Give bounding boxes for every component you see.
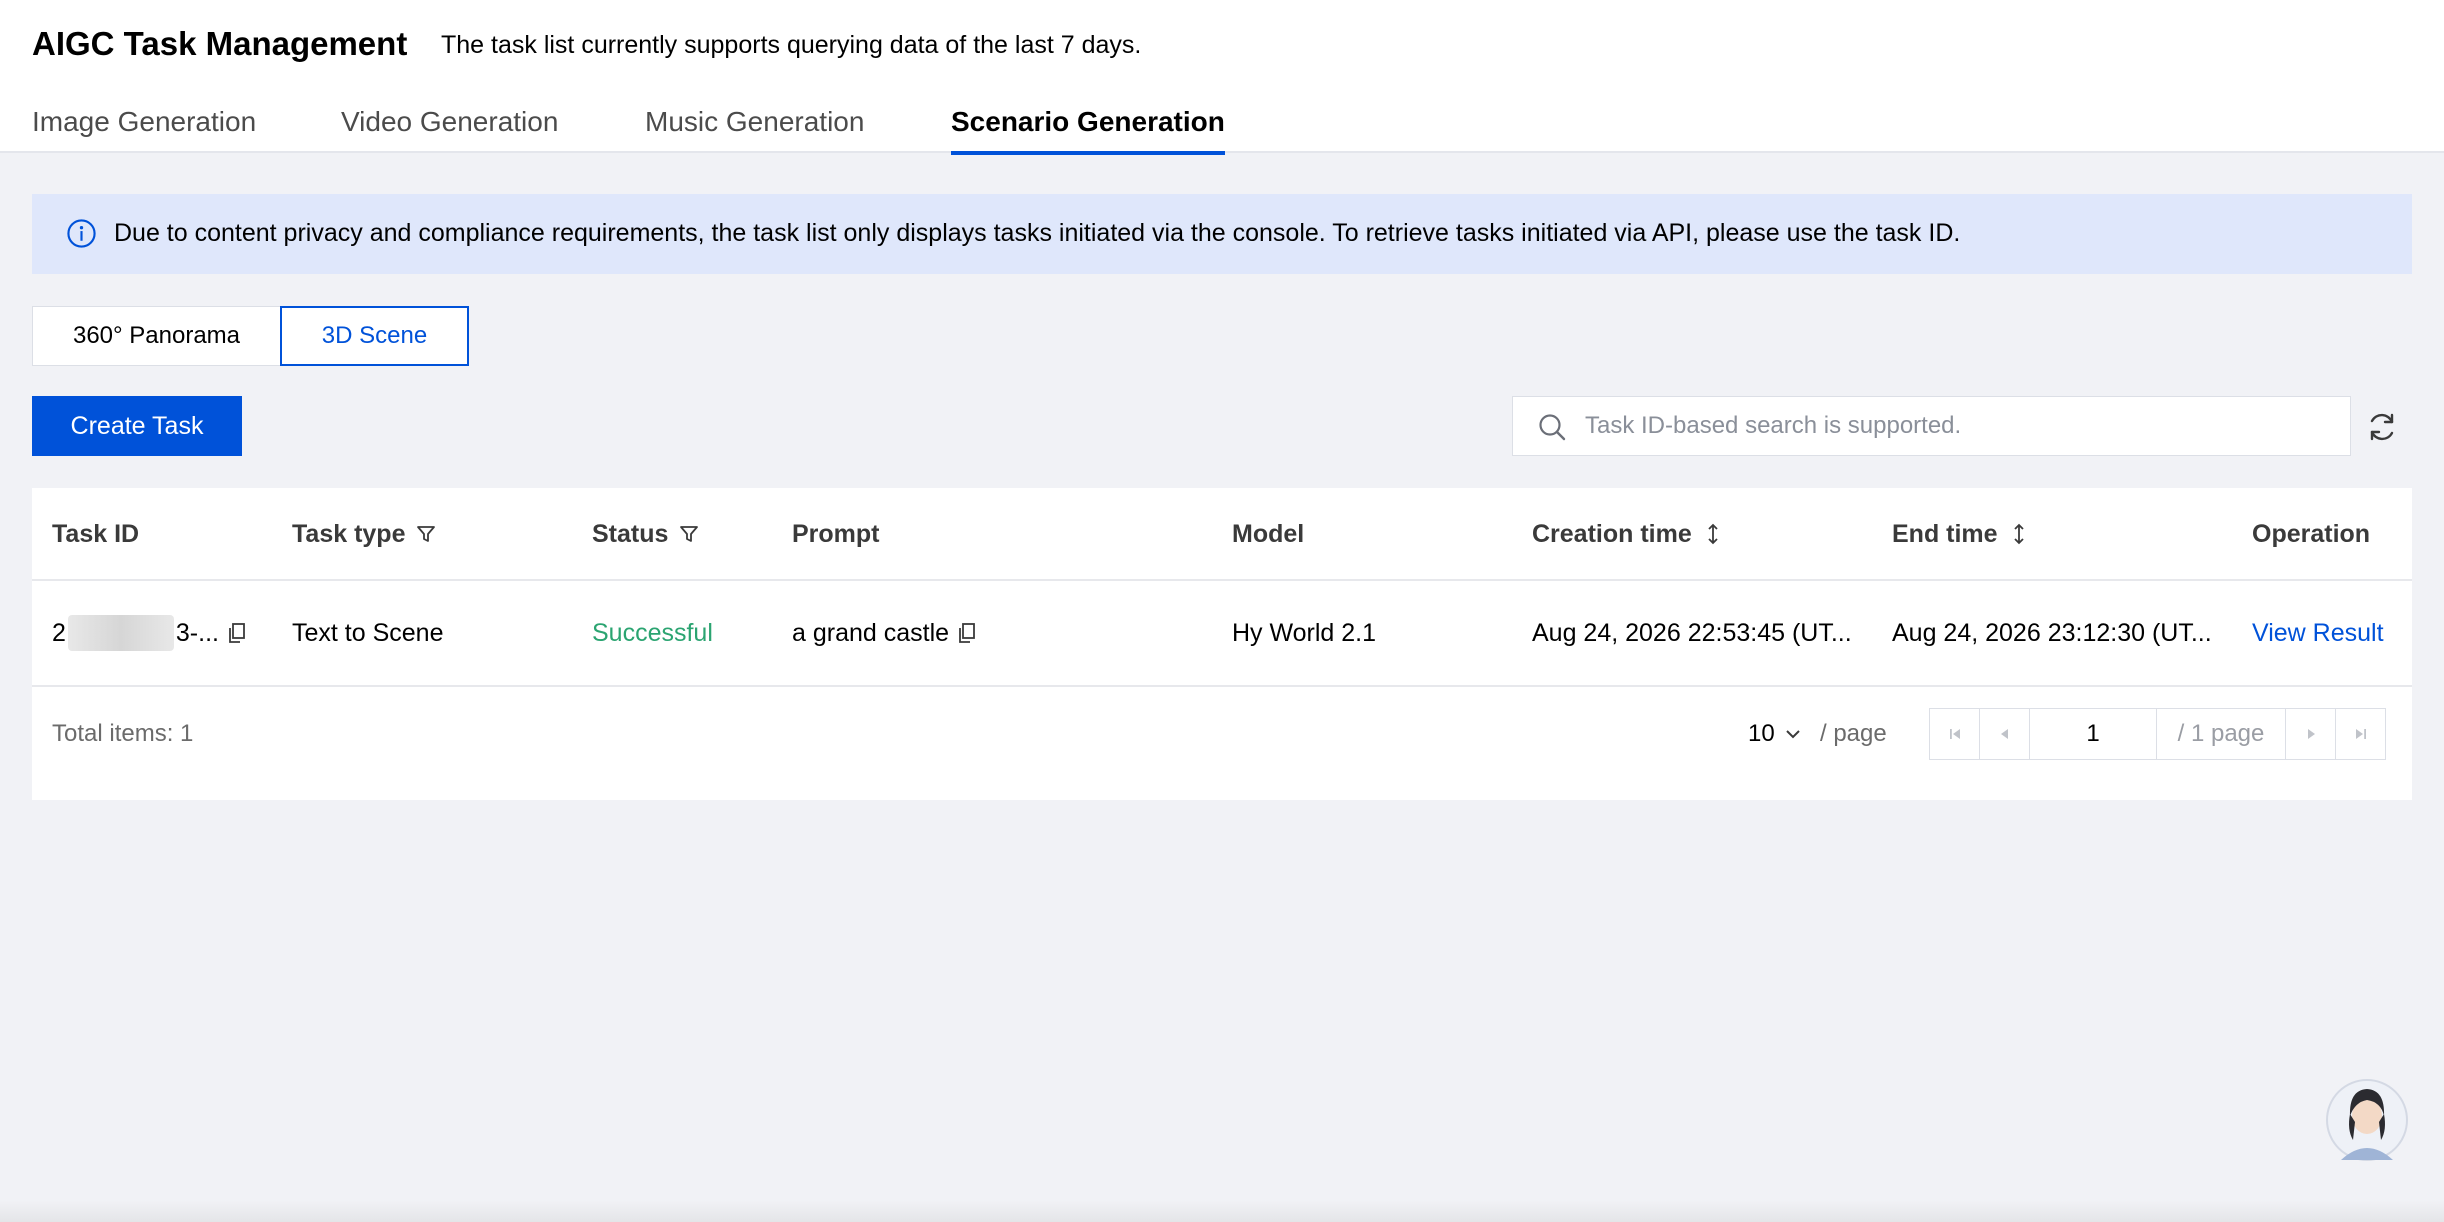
column-header-prompt: Prompt	[792, 488, 880, 580]
last-page-button[interactable]	[2335, 708, 2386, 760]
column-header-status: Status	[592, 488, 700, 580]
total-items: Total items: 1	[52, 720, 194, 747]
column-label: End time	[1892, 519, 1998, 548]
column-label: Task type	[292, 519, 406, 548]
copy-icon[interactable]	[957, 622, 977, 644]
status-badge: Successful	[592, 618, 713, 647]
notice-text: Due to content privacy and compliance re…	[114, 219, 1961, 247]
refresh-icon[interactable]	[2365, 410, 2399, 444]
page-title: AIGC Task Management	[32, 25, 408, 62]
page-header: AIGC Task Management The task list curre…	[0, 0, 2444, 155]
first-page-button[interactable]	[1929, 708, 1980, 760]
cell-end-time: Aug 24, 2026 23:12:30 (UT...	[1892, 618, 2212, 647]
page-size-unit: / page	[1820, 720, 1887, 747]
privacy-notice: Due to content privacy and compliance re…	[32, 194, 2412, 274]
total-pages: / 1 page	[2156, 708, 2286, 760]
column-header-task-type: Task type	[292, 488, 437, 580]
next-page-icon	[2307, 729, 2315, 739]
column-label: Operation	[2252, 519, 2371, 548]
assistant-avatar[interactable]	[2325, 1070, 2409, 1166]
last-page-icon	[2355, 729, 2366, 739]
info-icon	[67, 219, 96, 248]
cell-task-id: 2 3-...	[52, 581, 247, 685]
prev-page-button[interactable]	[1979, 708, 2030, 760]
sort-icon[interactable]	[2008, 523, 2030, 545]
search-icon	[1539, 414, 1566, 441]
redacted-mask	[67, 615, 174, 651]
search-input[interactable]	[1585, 397, 2325, 455]
tab-scenario-generation[interactable]: Scenario Generation	[951, 106, 1225, 155]
segment-3d-scene[interactable]: 3D Scene	[280, 306, 469, 366]
prompt-text: a grand castle	[792, 618, 950, 647]
prev-page-icon	[2000, 729, 2008, 739]
column-label: Model	[1232, 519, 1305, 548]
filter-icon[interactable]	[415, 523, 437, 545]
task-search-box	[1512, 396, 2351, 456]
sort-icon[interactable]	[1702, 523, 1724, 545]
cell-creation-time: Aug 24, 2026 22:53:45 (UT...	[1532, 618, 1852, 647]
pagination-controls: / 1 page	[1929, 708, 2386, 760]
page-size-value: 10	[1748, 720, 1775, 747]
segment-360-panorama[interactable]: 360° Panorama	[32, 306, 281, 366]
current-page-input[interactable]	[2029, 708, 2157, 760]
copy-icon[interactable]	[227, 622, 247, 644]
page-subtitle: The task list currently supports queryin…	[441, 31, 1142, 59]
column-header-task-id: Task ID	[52, 488, 139, 580]
task-id-prefix: 2	[52, 618, 66, 647]
column-label: Creation time	[1532, 519, 1692, 548]
column-label: Task ID	[52, 519, 140, 548]
column-header-model: Model	[1232, 488, 1304, 580]
tab-music-generation[interactable]: Music Generation	[645, 106, 864, 153]
task-id-suffix: 3-...	[175, 618, 219, 647]
row-divider	[32, 685, 2412, 687]
column-label: Status	[592, 519, 669, 548]
column-header-creation-time: Creation time	[1532, 488, 1724, 580]
filter-icon[interactable]	[678, 523, 700, 545]
chevron-down-icon	[1785, 730, 1800, 739]
column-header-end-time: End time	[1892, 488, 2030, 580]
cell-task-type: Text to Scene	[292, 618, 444, 647]
page-size-select[interactable]: 10	[1748, 720, 1803, 748]
column-label: Prompt	[792, 519, 880, 548]
create-task-button[interactable]: Create Task	[32, 396, 242, 456]
cell-model: Hy World 2.1	[1232, 618, 1377, 647]
task-table: Task ID Task type Status Prompt Model Cr…	[32, 488, 2412, 800]
cell-prompt: a grand castle	[792, 581, 977, 685]
next-page-button[interactable]	[2285, 708, 2336, 760]
tab-video-generation[interactable]: Video Generation	[341, 106, 558, 153]
first-page-icon	[1949, 729, 1960, 739]
page-bottom-edge	[0, 1200, 2444, 1222]
tab-image-generation[interactable]: Image Generation	[32, 106, 256, 153]
view-result-link[interactable]: View Result	[2252, 581, 2384, 685]
column-header-operation: Operation	[2252, 488, 2370, 580]
